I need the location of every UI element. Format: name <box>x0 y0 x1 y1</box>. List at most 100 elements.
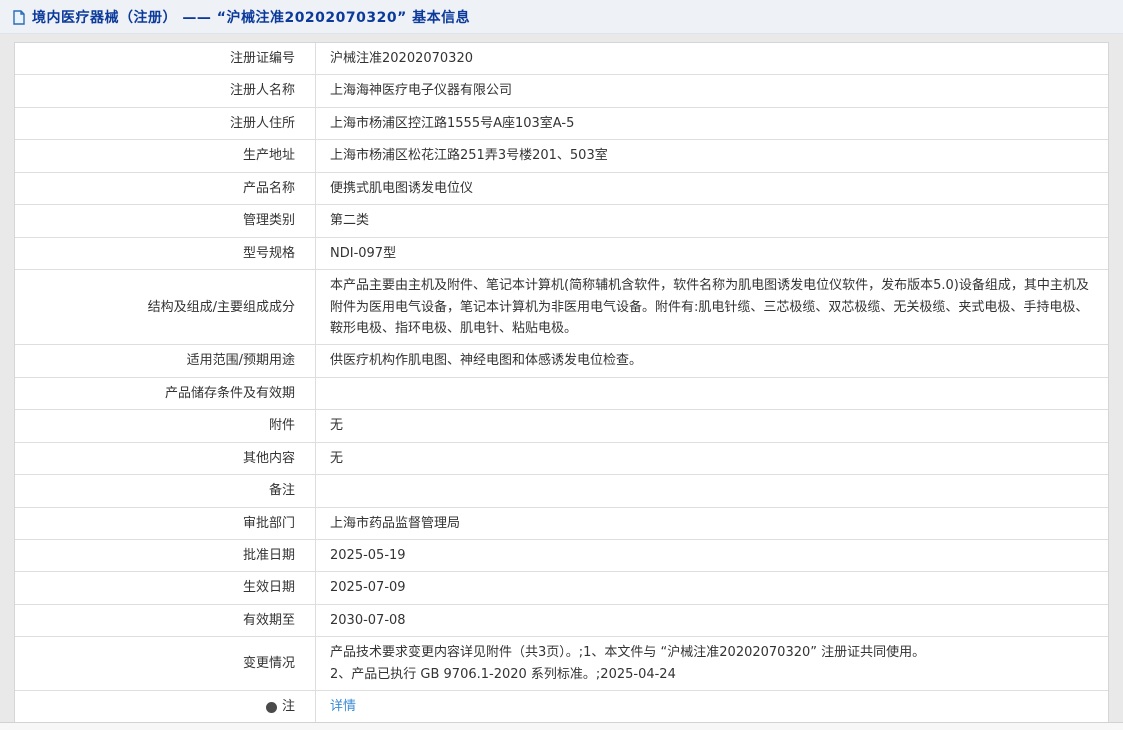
row-label: 有效期至 <box>15 604 316 637</box>
row-value-text: 上海市药品监督管理局 <box>330 515 461 531</box>
row-label-text: 产品名称 <box>242 180 295 196</box>
row-label: 附件 <box>15 410 316 442</box>
row-label-text: 产品储存条件及有效期 <box>164 385 295 401</box>
row-value: 上海市药品监督管理局 <box>316 508 1108 539</box>
page-header: 境内医疗器械（注册） —— “沪械注准20202070320” 基本信息 <box>0 0 1123 34</box>
row-label-text: 适用范围/预期用途 <box>186 353 295 369</box>
row-value-text: 2025-05-19 <box>330 548 406 563</box>
row-value: 2030-07-08 <box>316 605 1108 636</box>
row-label: 审批部门 <box>15 507 316 539</box>
row-value: 本产品主要由主机及附件、笔记本计算机(简称辅机含软件，软件名称为肌电图诱发电位仪… <box>316 270 1108 344</box>
row-value-text: 沪械注准20202070320 <box>330 51 473 66</box>
row-value: 上海市杨浦区松花江路251弄3号楼201、503室 <box>316 140 1108 171</box>
row-value-text: 2030-07-08 <box>330 612 406 628</box>
row-label-text: 生效日期 <box>242 580 295 596</box>
row-value: 上海市杨浦区控江路1555号A座103室A-5 <box>316 108 1108 139</box>
row-value-text: 产品技术要求变更内容详见附件（共3页）。;1、本文件与 “沪械注准2020207… <box>330 645 926 682</box>
table-row: 注册人住所 上海市杨浦区控江路1555号A座103室A-5 <box>15 107 1108 141</box>
row-value: 产品技术要求变更内容详见附件（共3页）。;1、本文件与 “沪械注准2020207… <box>316 637 1108 690</box>
table-row: 结构及组成/主要组成成分 本产品主要由主机及附件、笔记本计算机(简称辅机含软件，软… <box>15 270 1108 346</box>
row-value: 便携式肌电图诱发电位仪 <box>316 173 1108 204</box>
row-label: 其他内容 <box>15 442 316 475</box>
row-label: 备注 <box>15 475 316 507</box>
table-row: 生产地址 上海市杨浦区松花江路251弄3号楼201、503室 <box>15 140 1108 173</box>
row-label-text: 注册证编号 <box>229 51 295 66</box>
row-label: 生效日期 <box>15 572 316 604</box>
row-value: 第二类 <box>316 205 1108 236</box>
row-value-text: 第二类 <box>330 213 370 229</box>
row-value-text: 无 <box>330 450 344 466</box>
row-value-text: 上海市杨浦区松花江路251弄3号楼201、503室 <box>330 148 608 164</box>
row-label-text: 注 <box>281 699 295 715</box>
table-row: 备注 <box>15 475 1108 508</box>
document-icon <box>12 9 26 25</box>
table-row: 注册证编号 沪械注准20202070320 <box>15 43 1108 76</box>
table-row: 注 详情 <box>15 691 1108 724</box>
table-row: 产品储存条件及有效期 <box>15 377 1108 411</box>
row-value: 2025-07-09 <box>316 572 1108 603</box>
row-label-text: 型号规格 <box>242 245 295 261</box>
row-label: 适用范围/预期用途 <box>15 345 316 377</box>
row-label-text: 管理类别 <box>242 213 295 229</box>
row-label: 注册人住所 <box>15 107 316 140</box>
row-value: 供医疗机构作肌电图、神经电图和体感诱发电位检查。 <box>316 345 1108 376</box>
table-row: 其他内容 无 <box>15 442 1108 476</box>
row-label-text: 注册人住所 <box>229 115 295 131</box>
row-value: 沪械注准20202070320 <box>316 43 1108 74</box>
row-value-text: 供医疗机构作肌电图、神经电图和体感诱发电位检查。 <box>330 353 643 369</box>
row-value-text: 上海海神医疗电子仪器有限公司 <box>330 83 513 99</box>
row-label-text: 附件 <box>268 418 295 434</box>
row-value: 上海海神医疗电子仪器有限公司 <box>316 75 1108 106</box>
row-label: 注 <box>15 691 316 724</box>
table-row: 有效期至 2030-07-08 <box>15 604 1108 638</box>
row-value-text: 上海市杨浦区控江路1555号A座103室A-5 <box>330 115 575 131</box>
note-icon <box>265 701 277 713</box>
row-label-text: 备注 <box>268 483 295 499</box>
row-label-text: 批准日期 <box>242 548 295 563</box>
page: 境内医疗器械（注册） —— “沪械注准20202070320” 基本信息 注册证… <box>0 0 1123 730</box>
row-label: 产品储存条件及有效期 <box>15 377 316 410</box>
table-row: 批准日期 2025-05-19 <box>15 540 1108 573</box>
row-label: 生产地址 <box>15 140 316 172</box>
row-label: 结构及组成/主要组成成分 <box>15 270 316 345</box>
table-row: 适用范围/预期用途 供医疗机构作肌电图、神经电图和体感诱发电位检查。 <box>15 345 1108 378</box>
page-title: 境内医疗器械（注册） —— “沪械注准20202070320” 基本信息 <box>32 10 471 26</box>
row-value-text: 无 <box>330 418 344 434</box>
row-value <box>316 378 1108 409</box>
row-value-text: 便携式肌电图诱发电位仪 <box>330 180 474 196</box>
table-row: 管理类别 第二类 <box>15 205 1108 238</box>
row-value: 详情 <box>316 691 1108 723</box>
row-value: 无 <box>316 443 1108 474</box>
row-value-text: 本产品主要由主机及附件、笔记本计算机(简称辅机含软件，软件名称为肌电图诱发电位仪… <box>330 278 1089 336</box>
table-row: 生效日期 2025-07-09 <box>15 572 1108 605</box>
row-value: NDI-097型 <box>316 238 1108 269</box>
row-label-text: 审批部门 <box>242 515 295 531</box>
table-row: 审批部门 上海市药品监督管理局 <box>15 507 1108 540</box>
row-label: 管理类别 <box>15 205 316 237</box>
row-value <box>316 475 1108 506</box>
row-label-text: 有效期至 <box>242 612 295 628</box>
footer-divider <box>0 722 1123 730</box>
row-label: 产品名称 <box>15 172 316 205</box>
row-label: 注册人名称 <box>15 75 316 107</box>
row-label: 型号规格 <box>15 237 316 270</box>
row-label-text: 其他内容 <box>242 450 295 466</box>
row-label: 变更情况 <box>15 637 316 691</box>
table-row: 附件 无 <box>15 410 1108 443</box>
detail-link[interactable]: 详情 <box>330 696 356 717</box>
table-row: 型号规格 NDI-097型 <box>15 237 1108 271</box>
table-row: 产品名称 便携式肌电图诱发电位仪 <box>15 172 1108 206</box>
row-value: 2025-05-19 <box>316 540 1108 571</box>
row-value-text: 2025-07-09 <box>330 580 406 596</box>
row-label: 批准日期 <box>15 540 316 572</box>
row-value: 无 <box>316 410 1108 441</box>
row-label-text: 结构及组成/主要组成成分 <box>147 299 295 315</box>
row-label-text: 生产地址 <box>242 148 295 164</box>
table-row: 注册人名称 上海海神医疗电子仪器有限公司 <box>15 75 1108 108</box>
row-label-text: 注册人名称 <box>229 83 295 99</box>
row-label-text: 变更情况 <box>242 656 295 672</box>
info-table: 注册证编号 沪械注准20202070320 注册人名称 上海海神医疗电子仪器有限公司注… <box>14 42 1109 725</box>
table-row: 变更情况 产品技术要求变更内容详见附件（共3页）。;1、本文件与 “沪械注准202… <box>15 637 1108 692</box>
row-value-text: NDI-097型 <box>330 245 397 261</box>
row-label: 注册证编号 <box>15 43 316 75</box>
